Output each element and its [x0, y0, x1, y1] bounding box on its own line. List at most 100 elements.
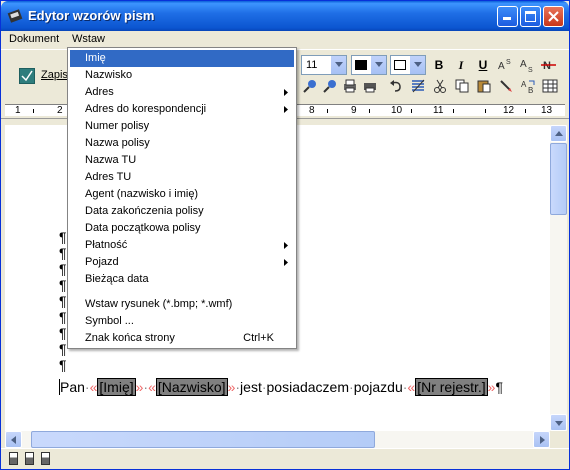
svg-text:S: S [506, 59, 511, 66]
horizontal-scrollbar[interactable] [5, 431, 550, 448]
table-icon[interactable] [541, 78, 559, 96]
menu-item-adres[interactable]: Adres [70, 84, 294, 101]
shortcut-label: Ctrl+K [243, 332, 274, 344]
chevron-right-icon [540, 436, 545, 444]
underline-button[interactable]: U [474, 56, 492, 74]
paste-icon[interactable] [475, 78, 493, 96]
paragraph-mark: ¶ [59, 229, 67, 245]
print-preview-icon[interactable] [361, 78, 379, 96]
menu-item-imie[interactable]: Imię [70, 50, 294, 67]
menu-item-data-zakonczenia[interactable]: Data zakończenia polisy [70, 203, 294, 220]
ruler-number: 1 [15, 105, 21, 116]
strikethrough-icon[interactable]: N [540, 56, 558, 74]
font-size-value: 11 [306, 59, 318, 71]
horizontal-scroll-thumb[interactable] [31, 431, 375, 448]
chevron-down-icon [414, 62, 422, 67]
title-bar[interactable]: Edytor wzorów pism [1, 1, 569, 31]
menu-item-data-poczatkowa[interactable]: Data początkowa polisy [70, 220, 294, 237]
menu-item-platnosc[interactable]: Płatność [70, 237, 294, 254]
vertical-scrollbar[interactable] [550, 125, 567, 431]
italic-button[interactable]: I [452, 56, 470, 74]
menu-item-numer-polisy[interactable]: Numer polisy [70, 118, 294, 135]
menu-item-symbol[interactable]: Symbol ... [70, 313, 294, 330]
menu-item-agent[interactable]: Agent (nazwisko i imię) [70, 186, 294, 203]
submenu-arrow-icon [284, 89, 288, 96]
text-word: Pan [59, 379, 85, 395]
scroll-down-button[interactable] [550, 414, 567, 431]
menu-item-pojazd[interactable]: Pojazd [70, 254, 294, 271]
paint-icon[interactable] [497, 78, 515, 96]
chevron-down-icon [555, 421, 563, 426]
svg-text:S: S [528, 67, 533, 74]
close-button[interactable] [543, 6, 564, 27]
menu-item-adres-tu[interactable]: Adres TU [70, 169, 294, 186]
superscript-icon[interactable]: AS [496, 56, 514, 74]
replace-icon[interactable]: AB [519, 78, 537, 96]
scroll-right-button[interactable] [533, 431, 550, 448]
ruler-number: 13 [541, 105, 553, 116]
menu-wstaw[interactable]: Wstaw [72, 33, 105, 45]
cut-icon[interactable] [431, 78, 449, 96]
save-label: Zapis [41, 69, 68, 81]
paragraph-mark: ¶ [59, 245, 67, 261]
vertical-scroll-thumb[interactable] [550, 143, 567, 215]
field-nazwisko[interactable]: [Nazwisko] [155, 378, 228, 396]
status-indicator-icon [41, 452, 50, 465]
undo-icon[interactable] [387, 78, 405, 96]
minimize-button[interactable] [497, 6, 518, 27]
paragraph-mark: ¶ [59, 357, 67, 373]
ruler-number: 12 [503, 105, 515, 116]
format-icon[interactable] [409, 78, 427, 96]
status-bar [1, 448, 569, 469]
maximize-button[interactable] [520, 6, 541, 27]
copy-icon[interactable] [453, 78, 471, 96]
menu-item-znak-konca-strony[interactable]: Znak końca strony Ctrl+K [70, 330, 294, 347]
app-icon [7, 9, 23, 23]
paragraph-mark: ¶ [59, 309, 67, 325]
text-word: pojazdu [353, 379, 403, 395]
paragraph-mark: ¶ [59, 293, 67, 309]
font-size-select[interactable]: 11 [301, 55, 347, 75]
save-button[interactable]: Zapis [15, 65, 73, 87]
font-color-select[interactable] [351, 55, 387, 75]
text-word: posiadaczem [266, 379, 350, 395]
svg-text:A: A [498, 61, 505, 72]
scroll-up-button[interactable] [550, 125, 567, 142]
document-text-line[interactable]: Pan·« [Imię] »·« [Nazwisko] »·jest·posiadacz… [59, 378, 503, 396]
menu-dokument[interactable]: Dokument [9, 33, 59, 45]
submenu-arrow-icon [284, 259, 288, 266]
menu-item-nazwisko[interactable]: Nazwisko [70, 67, 294, 84]
background-color-select[interactable] [390, 55, 426, 75]
paragraph-mark: ¶ [59, 341, 67, 357]
bold-button[interactable]: B [430, 56, 448, 74]
chevron-left-icon [11, 436, 16, 444]
subscript-icon[interactable]: AS [518, 56, 536, 74]
paragraph-mark: ¶ [495, 379, 503, 395]
submenu-arrow-icon [284, 106, 288, 113]
chevron-down-icon [335, 62, 343, 67]
color-swatch [394, 60, 406, 70]
scroll-left-button[interactable] [5, 431, 22, 448]
wstaw-dropdown-menu: Imię Nazwisko Adres Adres do koresponden… [67, 47, 297, 349]
ruler-number: 2 [57, 105, 63, 116]
ruler-number: 9 [351, 105, 357, 116]
svg-text:A: A [521, 80, 527, 89]
find-next-icon[interactable] [321, 78, 339, 96]
menu-item-biezaca-data[interactable]: Bieżąca data [70, 271, 294, 288]
chevron-down-icon [375, 62, 383, 67]
check-icon [19, 68, 35, 84]
menu-item-nazwa-polisy[interactable]: Nazwa polisy [70, 135, 294, 152]
search-icon[interactable] [301, 78, 319, 96]
menu-item-wstaw-rysunek[interactable]: Wstaw rysunek (*.bmp; *.wmf) [70, 296, 294, 313]
ruler-number: 8 [309, 105, 315, 116]
scroll-corner [550, 431, 567, 448]
ruler-number: 11 [433, 105, 444, 116]
color-swatch [355, 60, 367, 70]
field-imie[interactable]: [Imię] [97, 378, 136, 396]
menu-item-adres-korespondencji[interactable]: Adres do korespondencji [70, 101, 294, 118]
status-indicator-icon [25, 452, 34, 465]
app-window: Edytor wzorów pism Dokument Wstaw Zapis … [0, 0, 570, 470]
field-nr-rejestr[interactable]: [Nr rejestr.] [415, 378, 488, 396]
menu-item-nazwa-tu[interactable]: Nazwa TU [70, 152, 294, 169]
print-icon[interactable] [341, 78, 359, 96]
